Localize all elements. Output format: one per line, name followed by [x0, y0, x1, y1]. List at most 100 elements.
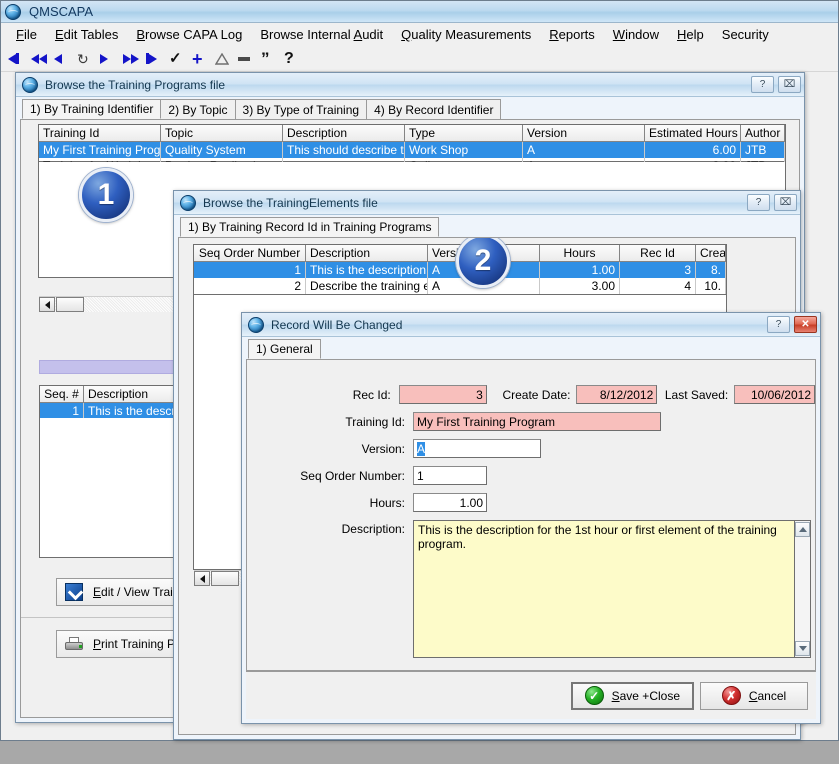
last-record-icon[interactable]	[146, 51, 160, 66]
col-rec-id[interactable]: Rec Id	[620, 245, 696, 262]
col-seq-order-number[interactable]: Seq Order Number	[194, 245, 306, 262]
col-description[interactable]: Description	[306, 245, 428, 262]
rewind-records-icon[interactable]	[31, 51, 45, 66]
menu-browse-capa-log[interactable]: Browse CAPA Log	[127, 25, 251, 44]
red-x-circle-icon: ✗	[722, 686, 741, 705]
cancel-button[interactable]: ✗ Cancel	[700, 682, 808, 710]
dialog-titlebar[interactable]: Record Will Be Changed ? ✕	[242, 313, 820, 337]
delete-triangle-icon[interactable]	[215, 51, 229, 66]
version-label: Version:	[247, 442, 405, 456]
row-training-id: Training Id: My First Training Program	[247, 412, 815, 431]
add-plus-icon[interactable]: +	[192, 51, 206, 66]
training-programs-help-button[interactable]: ?	[751, 76, 774, 93]
col-seq-number[interactable]: Seq. #	[40, 386, 84, 403]
seq-order-number-input[interactable]: 1	[413, 466, 487, 485]
previous-record-icon[interactable]	[54, 51, 68, 66]
seq-order-number-label: Seq Order Number:	[247, 469, 405, 483]
hscroll-thumb[interactable]	[56, 297, 84, 312]
mdi-workspace: Browse the Training Programs file ? ⌧ 1)…	[1, 71, 838, 740]
col-topic[interactable]: Topic	[161, 125, 283, 142]
help-question-icon[interactable]: ?	[284, 51, 298, 66]
toolbar[interactable]: ↻ ✓ + ” ?	[1, 46, 838, 71]
col-type[interactable]: Type	[405, 125, 523, 142]
col-description[interactable]: Description	[283, 125, 405, 142]
table-row[interactable]: My First Training Program Quality System…	[39, 142, 785, 158]
tab-general[interactable]: 1) General	[248, 339, 321, 359]
col-create-date[interactable]: Create D	[696, 245, 726, 262]
col-training-id[interactable]: Training Id	[39, 125, 161, 142]
scroll-up-arrow-icon[interactable]	[795, 522, 810, 537]
hours-label: Hours:	[247, 496, 405, 510]
tab-by-type-of-training[interactable]: 3) By Type of Training	[235, 99, 368, 119]
save-close-label: Save +Close	[612, 689, 680, 703]
description-vscrollbar[interactable]	[795, 520, 811, 658]
hours-input[interactable]: 1.00	[413, 493, 487, 512]
training-elements-titlebar[interactable]: Browse the TrainingElements file ? ⌧	[174, 191, 800, 215]
cell-hours: 3.00	[540, 278, 620, 294]
dialog-tabstrip[interactable]: 1) General	[242, 337, 820, 359]
dialog-help-button[interactable]: ?	[767, 316, 790, 333]
hscroll-left-arrow[interactable]	[39, 297, 55, 312]
menu-window[interactable]: Window	[604, 25, 668, 44]
green-check-circle-icon: ✓	[585, 686, 604, 705]
window-globe-icon	[180, 195, 196, 211]
row-rec-id: Rec Id: 3 Create Date: 8/12/2012 Last Sa…	[247, 385, 815, 404]
hscroll-thumb[interactable]	[211, 571, 239, 586]
training-programs-titlebar[interactable]: Browse the Training Programs file ? ⌧	[16, 73, 804, 97]
window-globe-icon	[22, 77, 38, 93]
step-badge-1: 1	[79, 168, 133, 222]
tab-by-training-identifier[interactable]: 1) By Training Identifier	[22, 99, 161, 119]
training-programs-grid[interactable]: Training Id Topic Description Type Versi…	[38, 124, 786, 162]
note-quote-icon[interactable]: ”	[261, 51, 275, 66]
dialog-title: Record Will Be Changed	[271, 318, 767, 332]
training-elements-help-button[interactable]: ?	[747, 194, 770, 211]
cell-estimated-hours: 6.00	[645, 142, 741, 158]
accept-check-icon[interactable]: ✓	[169, 51, 183, 66]
cell-author: JTB	[741, 142, 785, 158]
training-programs-tabstrip[interactable]: 1) By Training Identifier 2) By Topic 3)…	[16, 97, 804, 119]
menu-help[interactable]: Help	[668, 25, 713, 44]
menu-security[interactable]: Security	[713, 25, 778, 44]
col-author[interactable]: Author	[741, 125, 785, 142]
cell-type: Work Shop	[405, 142, 523, 158]
hscroll-left-arrow[interactable]	[194, 571, 210, 586]
table-row[interactable]: 2 Describe the training elen A 3.00 4 10…	[194, 278, 726, 294]
tab-by-topic[interactable]: 2) By Topic	[160, 99, 235, 119]
cell-create-date: 8.	[696, 262, 726, 278]
tab-by-training-record-id[interactable]: 1) By Training Record Id in Training Pro…	[180, 217, 439, 237]
cancel-label: Cancel	[749, 689, 786, 703]
first-record-icon[interactable]	[8, 51, 22, 66]
delete-triangle-glyph	[215, 53, 229, 65]
dialog-tabpane: Rec Id: 3 Create Date: 8/12/2012 Last Sa…	[246, 359, 816, 671]
cell-seq-order-number: 1	[194, 262, 306, 278]
app-title: QMSCAPA	[29, 4, 93, 19]
menu-browse-internal-audit[interactable]: Browse Internal Audit	[251, 25, 392, 44]
col-hours[interactable]: Hours	[540, 245, 620, 262]
menu-reports[interactable]: Reports	[540, 25, 604, 44]
menu-file[interactable]: File	[7, 25, 46, 44]
col-estimated-hours[interactable]: Estimated Hours	[645, 125, 741, 142]
menubar[interactable]: File Edit Tables Browse CAPA Log Browse …	[1, 23, 838, 46]
description-textarea[interactable]: This is the description for the 1st hour…	[413, 520, 795, 658]
fast-forward-records-icon[interactable]	[123, 51, 137, 66]
cell-training-id: My First Training Program	[39, 142, 161, 158]
row-seq-order-number: Seq Order Number: 1	[247, 466, 815, 485]
tab-by-record-identifier[interactable]: 4) By Record Identifier	[366, 99, 501, 119]
version-input[interactable]: A	[413, 439, 541, 458]
col-version[interactable]: Version	[523, 125, 645, 142]
training-programs-close-button[interactable]: ⌧	[778, 76, 801, 93]
training-elements-tabstrip[interactable]: 1) By Training Record Id in Training Pro…	[174, 215, 800, 237]
menu-edit-tables[interactable]: Edit Tables	[46, 25, 127, 44]
next-record-icon[interactable]	[100, 51, 114, 66]
menu-quality-measurements[interactable]: Quality Measurements	[392, 25, 540, 44]
cell-description: This should describe the	[283, 142, 405, 158]
remove-minus-icon[interactable]	[238, 51, 252, 66]
scroll-down-arrow-icon[interactable]	[795, 641, 810, 656]
save-close-button[interactable]: ✓ Save +Close	[571, 682, 694, 710]
cell-seq-order-number: 2	[194, 278, 306, 294]
dialog-close-button[interactable]: ✕	[794, 316, 817, 333]
training-elements-close-button[interactable]: ⌧	[774, 194, 797, 211]
training-elements-title: Browse the TrainingElements file	[203, 196, 747, 210]
refresh-icon[interactable]: ↻	[77, 51, 91, 66]
description-label: Description:	[247, 520, 405, 536]
